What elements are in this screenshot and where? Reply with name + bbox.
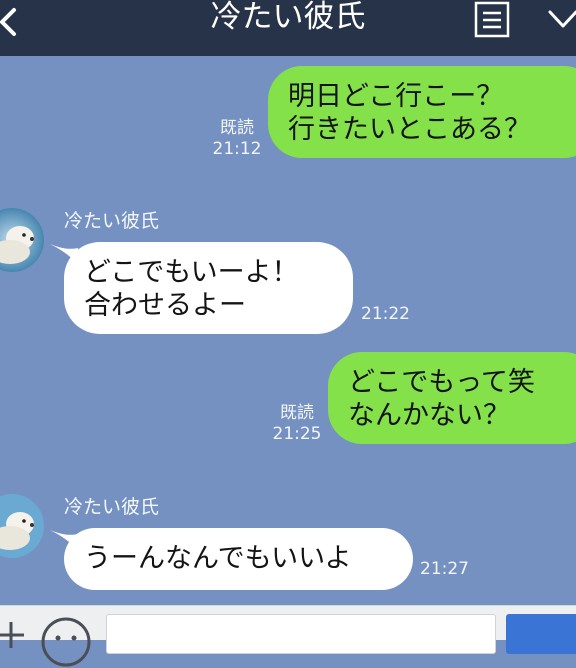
chat-header: 冷たい彼氏 <box>0 0 576 56</box>
message-time: 21:12 <box>212 139 262 159</box>
message-bubble-received[interactable]: うーんなんでもいいよ <box>64 528 413 590</box>
send-button[interactable] <box>506 614 576 654</box>
message-bubble-received[interactable]: どこでもいーよ！ 合わせるよー <box>64 242 353 334</box>
read-receipt: 既読 <box>220 118 254 138</box>
avatar-polar-bear <box>0 494 44 558</box>
sender-name: 冷たい彼氏 <box>64 496 160 518</box>
avatar[interactable] <box>0 208 44 272</box>
message-meta: 既読 21:12 <box>212 118 262 160</box>
message-bubble-sent[interactable]: どこでもって笑 なんかない？ <box>328 352 576 444</box>
message-bubble-sent[interactable]: 明日どこ行こー？ 行きたいとこある？ <box>268 66 576 158</box>
avatar-polar-bear <box>0 208 44 272</box>
message-meta: 既読 21:25 <box>272 403 322 445</box>
message-input-bar <box>0 605 576 667</box>
menu-icon[interactable] <box>474 1 510 38</box>
plus-icon[interactable] <box>0 620 26 650</box>
message-time: 21:27 <box>420 559 469 579</box>
chevron-down-icon[interactable] <box>546 6 576 32</box>
message-input[interactable] <box>106 614 496 654</box>
sender-name: 冷たい彼氏 <box>64 210 160 232</box>
avatar[interactable] <box>0 494 44 558</box>
message-time: 21:22 <box>361 304 410 324</box>
message-time: 21:25 <box>272 424 322 444</box>
read-receipt: 既読 <box>280 403 314 423</box>
emoji-icon[interactable] <box>40 616 92 668</box>
